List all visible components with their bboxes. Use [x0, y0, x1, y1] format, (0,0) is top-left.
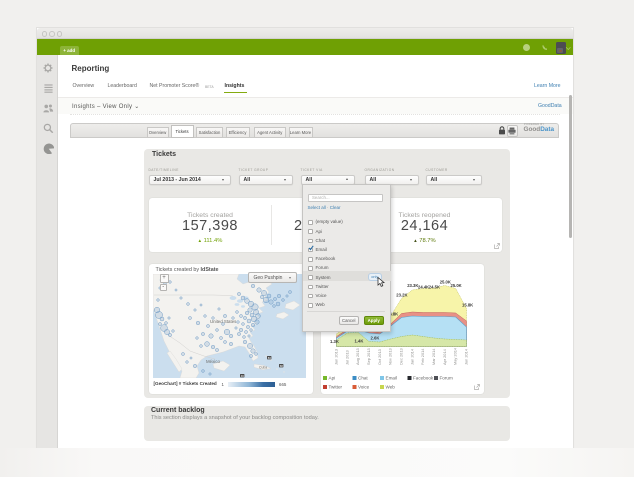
- svg-text:25.0K: 25.0K: [450, 283, 461, 288]
- svg-text:24.5K: 24.5K: [428, 284, 439, 289]
- svg-text:United States: United States: [210, 319, 237, 324]
- svg-text:Jul 2013: Jul 2013: [344, 350, 349, 365]
- svg-text:Twitter: Twitter: [328, 384, 342, 389]
- svg-text:Email: Email: [385, 375, 397, 380]
- svg-text:Oct 2013: Oct 2013: [376, 349, 381, 365]
- svg-text:25.0K: 25.0K: [439, 279, 450, 284]
- svg-text:2.6K: 2.6K: [370, 335, 379, 340]
- svg-text:46: 46: [240, 373, 244, 377]
- svg-text:Nov 2013: Nov 2013: [387, 348, 392, 365]
- svg-text:May 2014: May 2014: [452, 347, 457, 365]
- svg-text:68: 68: [279, 363, 283, 367]
- svg-text:Apr 2014: Apr 2014: [441, 348, 446, 365]
- svg-text:México: México: [206, 359, 220, 364]
- svg-text:Jan 2014: Jan 2014: [409, 348, 414, 365]
- svg-text:Chat: Chat: [358, 375, 368, 380]
- svg-text:Web: Web: [385, 384, 395, 389]
- svg-text:23.3K: 23.3K: [407, 283, 418, 288]
- svg-text:Cuba: Cuba: [259, 365, 267, 369]
- svg-text:Voice: Voice: [358, 384, 370, 389]
- svg-text:83: 83: [267, 355, 271, 359]
- svg-text:Sep 2013: Sep 2013: [366, 348, 371, 365]
- svg-text:Facebook: Facebook: [413, 375, 434, 380]
- svg-text:Api: Api: [328, 375, 335, 380]
- svg-text:24.4K: 24.4K: [418, 284, 429, 289]
- svg-text:Mar 2014: Mar 2014: [431, 347, 436, 364]
- svg-text:Forum: Forum: [439, 375, 452, 380]
- svg-text:23.2K: 23.2K: [396, 292, 407, 297]
- svg-text:Aug 2013: Aug 2013: [355, 348, 360, 365]
- svg-text:1.3K: 1.3K: [330, 339, 339, 344]
- svg-text:Jun 2013: Jun 2013: [333, 348, 338, 364]
- svg-text:Jun 2014: Jun 2014: [463, 348, 468, 365]
- svg-text:Dec 2013: Dec 2013: [398, 348, 403, 365]
- svg-text:Feb 2014: Feb 2014: [420, 347, 425, 364]
- svg-text:1.4K: 1.4K: [354, 338, 363, 343]
- svg-text:15.8K: 15.8K: [462, 302, 473, 307]
